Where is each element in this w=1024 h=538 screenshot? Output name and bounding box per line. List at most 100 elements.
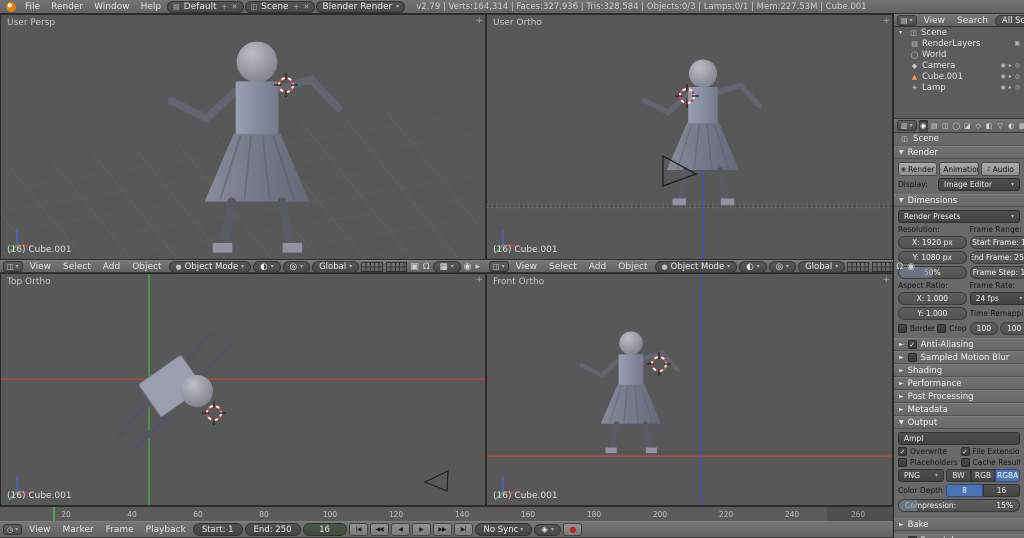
file-extensions-checkbox[interactable]: ✓File Extensions <box>961 447 1021 456</box>
outliner-item-renderlayers[interactable]: ▤ RenderLayers ▣ <box>894 38 1024 49</box>
menu-render[interactable]: Render <box>46 2 88 12</box>
frame-step-field[interactable]: Frame Step: 1 <box>970 266 1024 279</box>
sync-dropdown[interactable]: No Sync▾ <box>475 523 533 536</box>
menu-object[interactable]: Object <box>613 262 652 272</box>
tab-material[interactable]: ◐ <box>1007 120 1016 132</box>
panel-header-bake[interactable]: ►Bake <box>894 518 1024 531</box>
current-frame-marker[interactable] <box>53 507 55 521</box>
viewport-3d-front-ortho[interactable]: Front Ortho (16) Cube.001 + <box>486 273 893 506</box>
outliner-scope-dropdown[interactable]: All Scenes <box>995 15 1024 27</box>
layers-widget[interactable] <box>361 262 407 272</box>
menu-search[interactable]: Search <box>952 16 993 26</box>
menu-file[interactable]: File <box>20 2 45 12</box>
menu-add[interactable]: Add <box>584 262 611 272</box>
render-engine-dropdown[interactable]: Blender Render ▾ <box>316 1 405 13</box>
region-split-handle[interactable]: + <box>882 16 890 26</box>
select-toggle-icon[interactable]: ▸ <box>1009 84 1012 91</box>
remap-old-field[interactable]: 100 <box>970 322 998 335</box>
panel-header-dimensions[interactable]: ▼ Dimensions <box>894 194 1024 207</box>
play-button[interactable]: ▶ <box>412 523 431 536</box>
tab-object[interactable]: ◪ <box>963 120 972 132</box>
panel-header-performance[interactable]: ►Performance <box>894 377 1024 390</box>
next-keyframe-button[interactable]: ▶▶ <box>433 523 452 536</box>
menu-object[interactable]: Object <box>127 262 166 272</box>
start-frame-field[interactable]: Start Frame: 1 <box>970 236 1024 249</box>
pivot-dropdown[interactable]: ◎▾ <box>769 261 796 273</box>
editor-type-button[interactable]: ◫▾ <box>3 261 23 272</box>
layers-widget[interactable] <box>847 262 893 272</box>
jump-to-start-button[interactable]: |◀ <box>349 523 368 536</box>
tab-render[interactable]: ◉ <box>919 120 928 132</box>
tab-world[interactable]: ◯ <box>952 120 961 132</box>
add-layout-icon[interactable]: ＋ <box>221 2 228 12</box>
placeholders-checkbox[interactable]: Placeholders <box>898 458 958 467</box>
menu-playback[interactable]: Playback <box>141 525 191 535</box>
end-frame-field[interactable]: End: 250 <box>245 523 301 536</box>
checkbox-icon[interactable]: ✓ <box>908 340 917 349</box>
channels-rgba-toggle[interactable]: RGBA <box>995 469 1020 482</box>
viewport-3d-top-ortho[interactable]: Top Ortho (16) Cube.001 + <box>0 273 486 506</box>
color-depth-16-toggle[interactable]: 16 <box>983 484 1020 497</box>
orientation-dropdown[interactable]: Global▾ <box>798 261 845 273</box>
tab-data[interactable]: ▽ <box>996 120 1005 132</box>
channels-bw-toggle[interactable]: BW <box>946 469 971 482</box>
record-button[interactable]: ● <box>563 523 582 536</box>
panel-header-freestyle[interactable]: ►Freestyle <box>894 534 1024 538</box>
output-path-field[interactable]: Ampl <box>898 432 1020 445</box>
outliner-item-camera[interactable]: ◆ Camera ◉▸◎ <box>894 60 1024 71</box>
opengl-render-icon[interactable]: ◉ <box>906 262 916 272</box>
shading-dropdown[interactable]: ◐▾ <box>253 261 280 273</box>
snap-magnet-icon[interactable]: Ω <box>895 262 904 272</box>
border-checkbox[interactable]: Border <box>898 324 935 333</box>
snap-magnet-icon[interactable]: Ω <box>422 262 431 272</box>
play-reverse-button[interactable]: ◀ <box>391 523 410 536</box>
cache-result-checkbox[interactable]: Cache Result <box>961 458 1021 467</box>
aspect-x-field[interactable]: X: 1.000 <box>898 292 967 305</box>
render-toggle-icon[interactable]: ◎ <box>1015 73 1020 80</box>
region-split-handle[interactable]: + <box>475 275 483 285</box>
file-format-dropdown[interactable]: PNG▾ <box>898 469 944 482</box>
mode-dropdown[interactable]: ●Object Mode▾ <box>655 261 738 273</box>
panel-header-anti-aliasing[interactable]: ►✓Anti-Aliasing <box>894 338 1024 351</box>
tab-constraints[interactable]: ◇ <box>974 120 983 132</box>
editor-type-button[interactable]: ◷▾ <box>3 524 22 535</box>
tab-render-layers[interactable]: ▤ <box>930 120 939 132</box>
animation-button[interactable]: ▶Animation <box>939 162 978 176</box>
audio-button[interactable]: ♪Audio <box>981 162 1020 176</box>
add-scene-icon[interactable]: ＋ <box>293 2 300 12</box>
menu-help[interactable]: Help <box>136 2 167 12</box>
shading-dropdown[interactable]: ◐▾ <box>739 261 766 273</box>
end-frame-field[interactable]: End Frame: 250 <box>970 251 1024 264</box>
opengl-render-icon[interactable]: ◉ <box>463 262 473 272</box>
tab-modifiers[interactable]: ◧ <box>985 120 994 132</box>
crop-checkbox[interactable]: Crop <box>937 324 967 333</box>
editor-type-button[interactable]: ▥▾ <box>897 120 917 131</box>
outliner-item-lamp[interactable]: ☀ Lamp ◉▸◎ <box>894 82 1024 93</box>
pivot-dropdown[interactable]: ◎▾ <box>283 261 310 273</box>
channels-rgb-toggle[interactable]: RGB <box>971 469 996 482</box>
region-split-handle[interactable]: + <box>882 275 890 285</box>
editor-type-button[interactable]: ◫▾ <box>489 261 509 272</box>
prev-keyframe-button[interactable]: ◀◀ <box>370 523 389 536</box>
menu-select[interactable]: Select <box>58 262 96 272</box>
jump-to-end-button[interactable]: ▶| <box>454 523 473 536</box>
hide-toggle-icon[interactable]: ◉ <box>1000 62 1005 69</box>
panel-header-shading[interactable]: ►Shading <box>894 364 1024 377</box>
menu-frame[interactable]: Frame <box>101 525 139 535</box>
expand-icon[interactable]: ▾ <box>899 29 906 36</box>
overwrite-checkbox[interactable]: ✓Overwrite <box>898 447 958 456</box>
panel-header-metadata[interactable]: ►Metadata <box>894 403 1024 416</box>
scene-dropdown[interactable]: ◫ Scene ＋ ✕ <box>245 1 316 13</box>
snap-target-dropdown[interactable]: ▦▾ <box>433 261 461 273</box>
remap-new-field[interactable]: 100 <box>1000 322 1024 335</box>
blender-logo-icon[interactable] <box>6 2 16 12</box>
compression-slider[interactable]: Compression: 15% <box>898 499 1020 512</box>
mode-dropdown[interactable]: ●Object Mode▾ <box>169 261 252 273</box>
timeline-ruler[interactable]: 2040 6080 100120 140160 180200 220240 26… <box>0 506 893 521</box>
render-toggle-icon[interactable]: ◎ <box>1015 84 1020 91</box>
fps-dropdown[interactable]: 24 fps▾ <box>970 292 1024 305</box>
outliner-item-cube001[interactable]: ▲ Cube.001 ◉▸◎ <box>894 71 1024 82</box>
outliner-item-scene[interactable]: ▾ ◫ Scene <box>894 27 1024 38</box>
checkbox-icon[interactable] <box>908 353 917 362</box>
render-button[interactable]: ◉Render <box>898 162 937 176</box>
